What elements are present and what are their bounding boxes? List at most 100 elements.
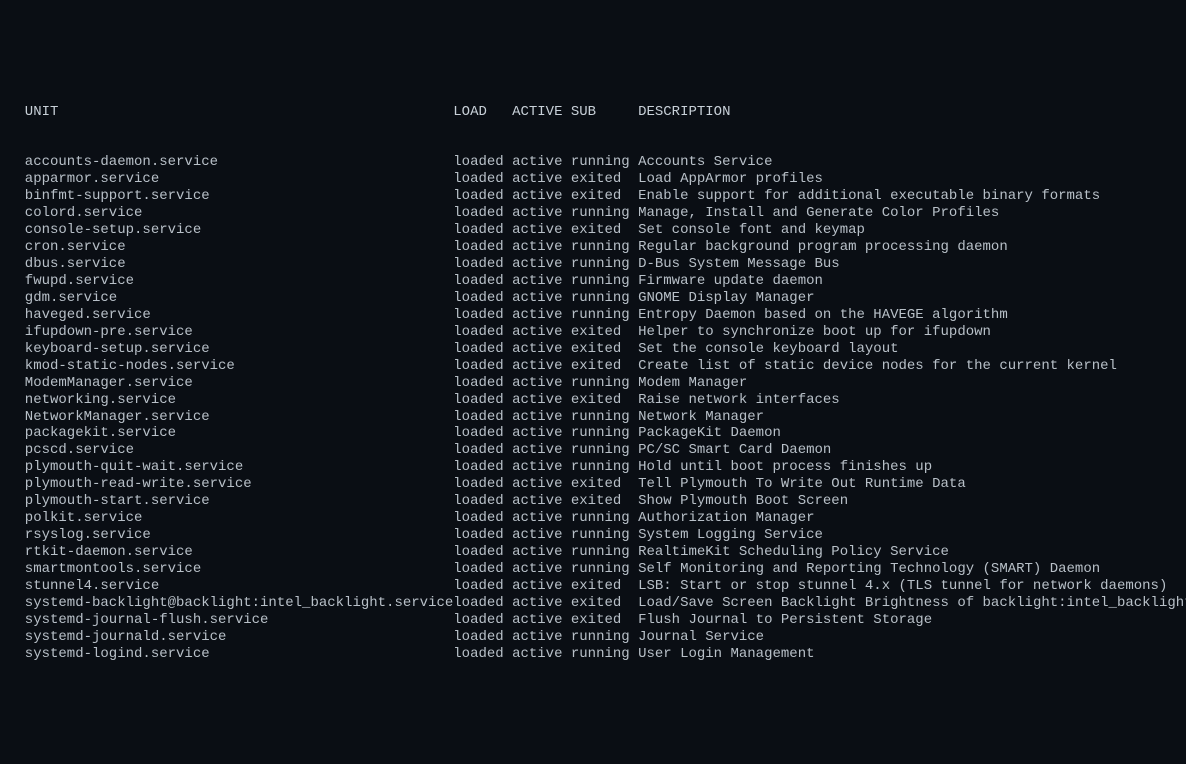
load-state: loaded — [453, 442, 512, 459]
table-row: keyboard-setup.serviceloadedactiveexited… — [8, 341, 1178, 358]
table-row: systemd-backlight@backlight:intel_backli… — [8, 595, 1178, 612]
row-bullet — [8, 222, 25, 239]
table-row: colord.serviceloadedactiverunningManage,… — [8, 205, 1178, 222]
sub-state: running — [571, 375, 638, 392]
table-row: plymouth-quit-wait.serviceloadedactiveru… — [8, 459, 1178, 476]
unit-name: console-setup.service — [25, 222, 453, 239]
active-state: active — [512, 358, 571, 375]
table-header: UNITLOADACTIVESUBDESCRIPTION — [8, 104, 1178, 121]
description: Helper to synchronize boot up for ifupdo… — [638, 324, 991, 341]
row-bullet — [8, 510, 25, 527]
sub-state: running — [571, 629, 638, 646]
header-description: DESCRIPTION — [638, 104, 730, 121]
active-state: active — [512, 561, 571, 578]
row-bullet — [8, 358, 25, 375]
load-state: loaded — [453, 425, 512, 442]
sub-state: exited — [571, 578, 638, 595]
active-state: active — [512, 493, 571, 510]
row-bullet — [8, 154, 25, 171]
unit-name: fwupd.service — [25, 273, 453, 290]
row-bullet — [8, 459, 25, 476]
active-state: active — [512, 544, 571, 561]
load-state: loaded — [453, 154, 512, 171]
load-state: loaded — [453, 307, 512, 324]
table-row: console-setup.serviceloadedactiveexitedS… — [8, 222, 1178, 239]
load-state: loaded — [453, 341, 512, 358]
table-row: plymouth-read-write.serviceloadedactivee… — [8, 476, 1178, 493]
table-row: accounts-daemon.serviceloadedactiverunni… — [8, 154, 1178, 171]
load-state: loaded — [453, 612, 512, 629]
load-state: loaded — [453, 578, 512, 595]
header-load: LOAD — [453, 104, 512, 121]
load-state: loaded — [453, 375, 512, 392]
unit-name: pcscd.service — [25, 442, 453, 459]
active-state: active — [512, 256, 571, 273]
description: Accounts Service — [638, 154, 772, 171]
load-state: loaded — [453, 324, 512, 341]
load-state: loaded — [453, 409, 512, 426]
load-state: loaded — [453, 273, 512, 290]
sub-state: running — [571, 442, 638, 459]
load-state: loaded — [453, 459, 512, 476]
table-row: plymouth-start.serviceloadedactiveexited… — [8, 493, 1178, 510]
description: Set console font and keymap — [638, 222, 865, 239]
description: Authorization Manager — [638, 510, 814, 527]
active-state: active — [512, 171, 571, 188]
row-bullet — [8, 595, 25, 612]
unit-name: NetworkManager.service — [25, 409, 453, 426]
description: Flush Journal to Persistent Storage — [638, 612, 932, 629]
header-sub: SUB — [571, 104, 638, 121]
row-bullet — [8, 324, 25, 341]
sub-state: exited — [571, 324, 638, 341]
row-bullet — [8, 493, 25, 510]
table-row: ModemManager.serviceloadedactiverunningM… — [8, 375, 1178, 392]
unit-name: systemd-backlight@backlight:intel_backli… — [25, 595, 453, 612]
row-bullet — [8, 578, 25, 595]
load-state: loaded — [453, 239, 512, 256]
sub-state: running — [571, 510, 638, 527]
unit-name: plymouth-quit-wait.service — [25, 459, 453, 476]
active-state: active — [512, 646, 571, 663]
unit-name: networking.service — [25, 392, 453, 409]
table-row: polkit.serviceloadedactiverunningAuthori… — [8, 510, 1178, 527]
sub-state: exited — [571, 612, 638, 629]
active-state: active — [512, 612, 571, 629]
row-bullet — [8, 290, 25, 307]
active-state: active — [512, 273, 571, 290]
row-bullet — [8, 544, 25, 561]
load-state: loaded — [453, 476, 512, 493]
unit-name: packagekit.service — [25, 425, 453, 442]
description: Regular background program processing da… — [638, 239, 1008, 256]
load-state: loaded — [453, 358, 512, 375]
systemctl-output[interactable]: UNITLOADACTIVESUBDESCRIPTION accounts-da… — [8, 70, 1178, 680]
description: Set the console keyboard layout — [638, 341, 898, 358]
description: Raise network interfaces — [638, 392, 840, 409]
table-row: rsyslog.serviceloadedactiverunningSystem… — [8, 527, 1178, 544]
description: Load/Save Screen Backlight Brightness of… — [638, 595, 1186, 612]
active-state: active — [512, 205, 571, 222]
unit-name: rtkit-daemon.service — [25, 544, 453, 561]
load-state: loaded — [453, 544, 512, 561]
load-state: loaded — [453, 256, 512, 273]
sub-state: running — [571, 561, 638, 578]
sub-state: running — [571, 459, 638, 476]
load-state: loaded — [453, 561, 512, 578]
sub-state: exited — [571, 341, 638, 358]
sub-state: running — [571, 646, 638, 663]
active-state: active — [512, 341, 571, 358]
description: PackageKit Daemon — [638, 425, 781, 442]
row-bullet — [8, 256, 25, 273]
load-state: loaded — [453, 510, 512, 527]
unit-name: colord.service — [25, 205, 453, 222]
unit-name: cron.service — [25, 239, 453, 256]
unit-name: stunnel4.service — [25, 578, 453, 595]
row-bullet — [8, 239, 25, 256]
row-bullet — [8, 425, 25, 442]
header-bullet — [8, 104, 25, 121]
table-row: haveged.serviceloadedactiverunningEntrop… — [8, 307, 1178, 324]
row-bullet — [8, 188, 25, 205]
active-state: active — [512, 476, 571, 493]
load-state: loaded — [453, 646, 512, 663]
row-bullet — [8, 612, 25, 629]
sub-state: exited — [571, 595, 638, 612]
